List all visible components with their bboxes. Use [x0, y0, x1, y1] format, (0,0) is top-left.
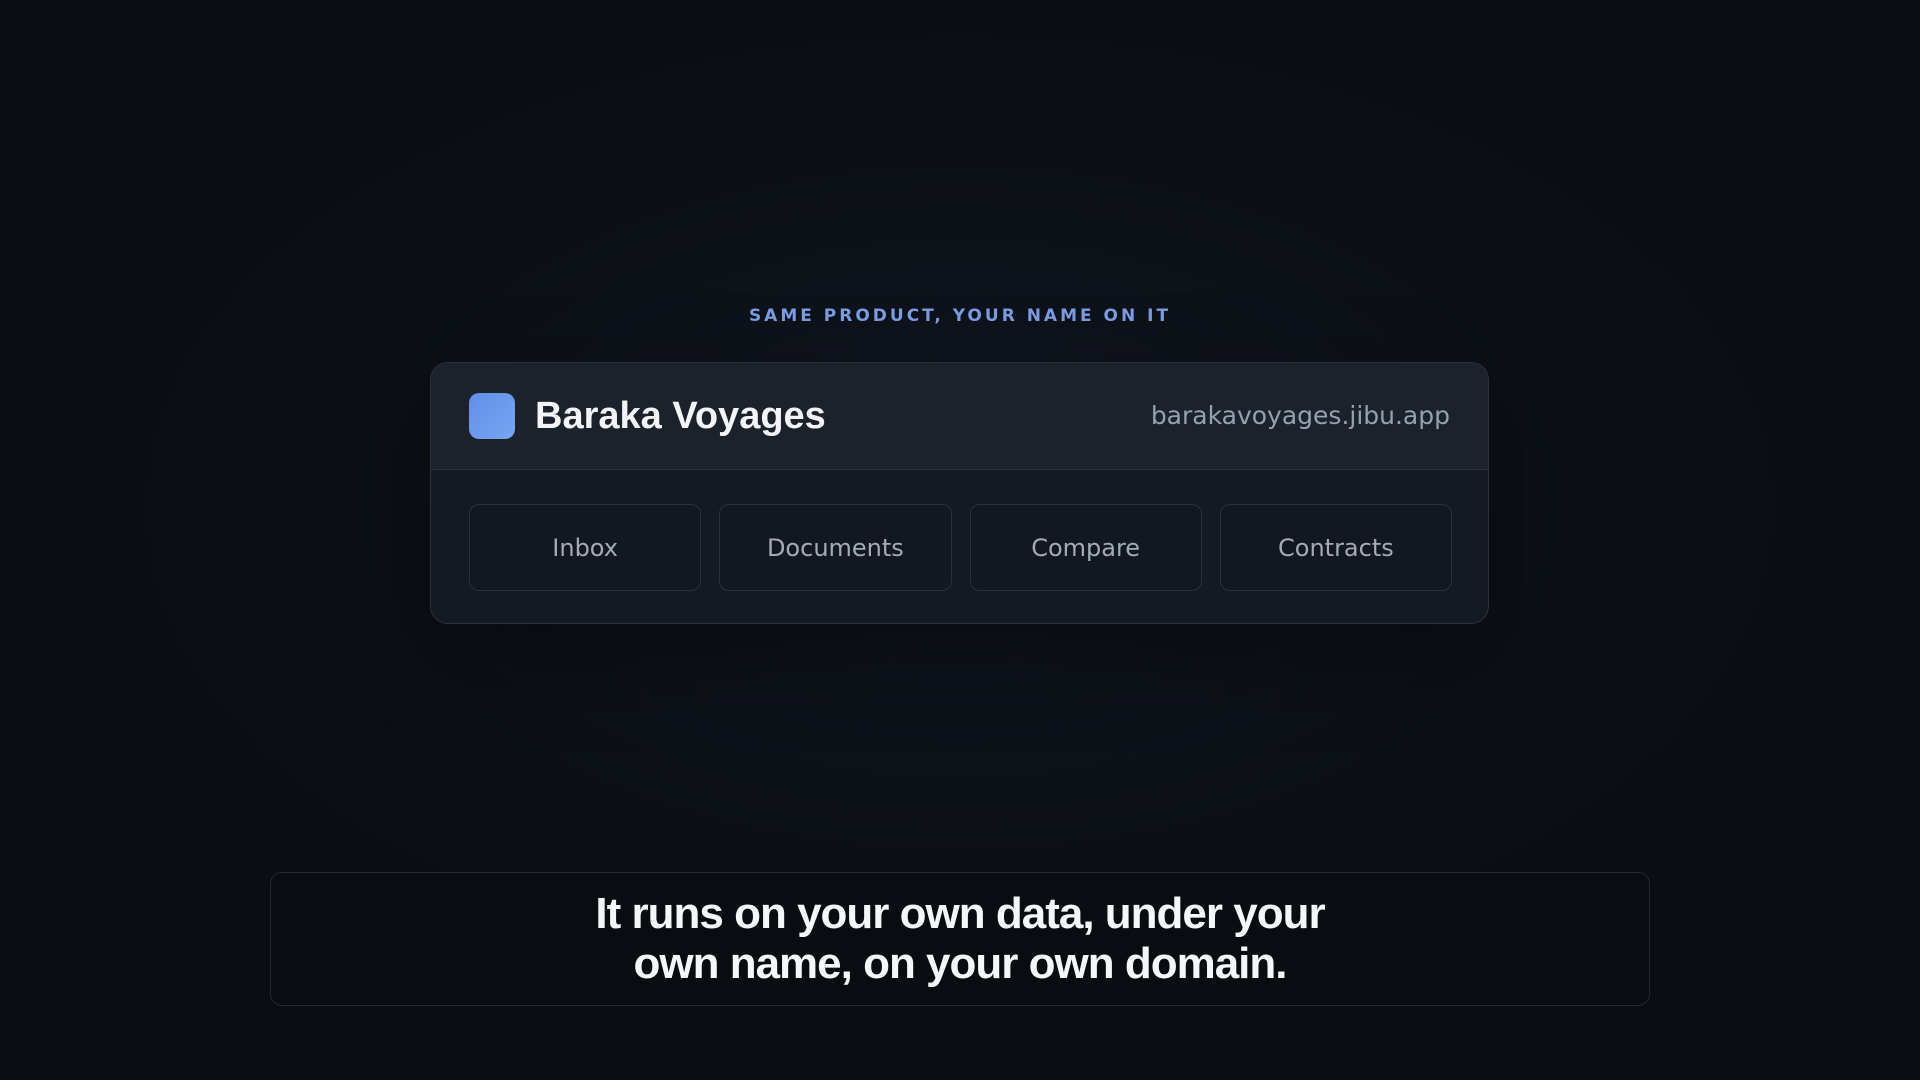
nav-item-inbox[interactable]: Inbox — [469, 504, 702, 591]
nav-item-compare[interactable]: Compare — [969, 504, 1202, 591]
caption-text: It runs on your own data, under your own… — [595, 889, 1325, 988]
eyebrow-label: SAME PRODUCT, YOUR NAME ON IT — [748, 306, 1172, 326]
card-header: Baraka Voyages barakavoyages.jibu.app — [431, 363, 1488, 470]
nav-tabs: Inbox Documents Compare Contracts — [469, 504, 1452, 591]
domain-label: barakavoyages.jibu.app — [1150, 401, 1450, 430]
nav-item-contracts[interactable]: Contracts — [1219, 504, 1452, 591]
brand-logo-icon — [469, 393, 515, 439]
brand-name: Baraka Voyages — [535, 395, 826, 437]
branded-app-preview-card: Baraka Voyages barakavoyages.jibu.app In… — [430, 362, 1489, 624]
caption-box: It runs on your own data, under your own… — [270, 872, 1650, 1006]
nav-item-documents[interactable]: Documents — [719, 504, 952, 591]
